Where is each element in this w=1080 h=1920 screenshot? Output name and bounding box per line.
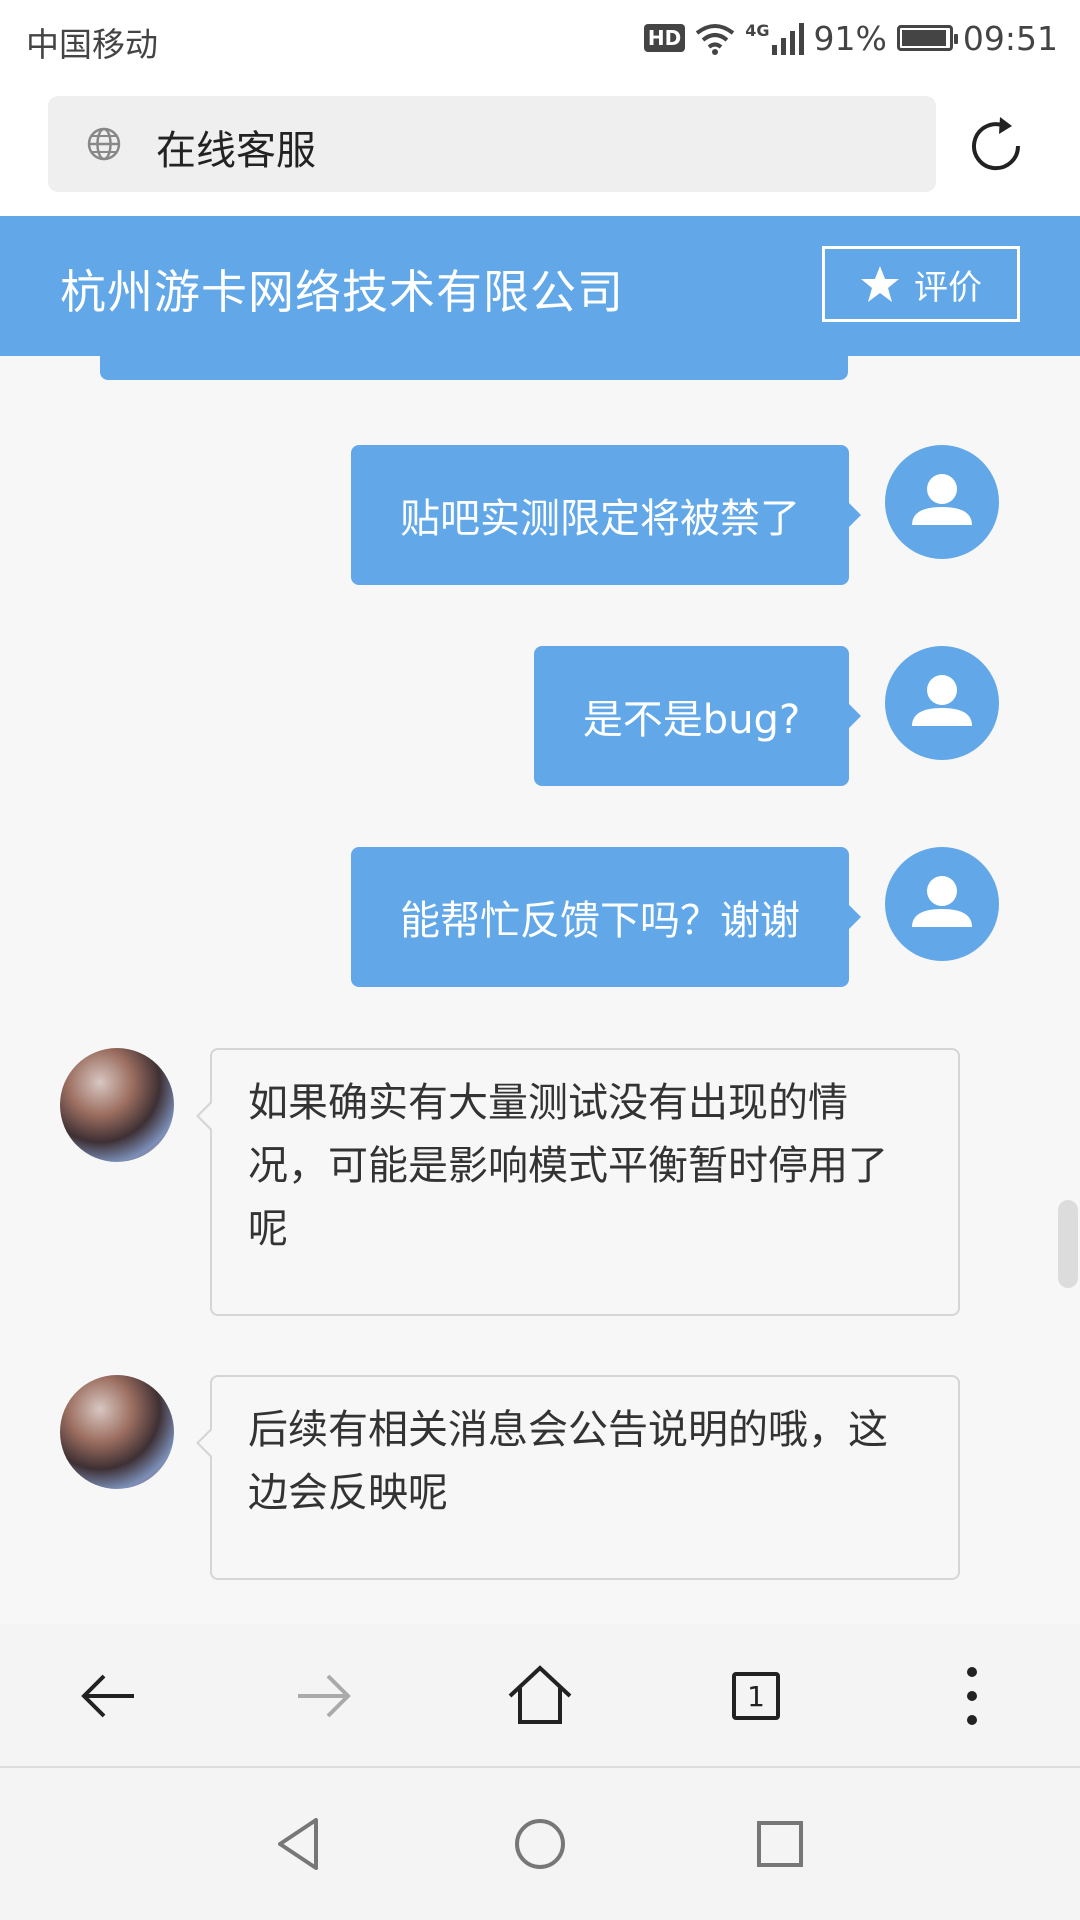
message-bubble-partial bbox=[100, 356, 848, 380]
message-text: 能帮忙反馈下吗？谢谢 bbox=[400, 898, 800, 944]
status-icons: HD 4G 91% 09:51 bbox=[643, 14, 1058, 62]
person-icon bbox=[912, 876, 972, 927]
star-icon bbox=[861, 266, 899, 302]
chat-header: 杭州游卡网络技术有限公司 评价 bbox=[0, 216, 1080, 356]
tabs-button[interactable]: 1 bbox=[718, 1658, 794, 1734]
battery-icon bbox=[896, 25, 958, 51]
message-text: 是不是bug? bbox=[582, 697, 801, 743]
system-nav-bar bbox=[0, 1768, 1080, 1920]
user-message-bubble: 是不是bug? bbox=[534, 646, 861, 786]
back-arrow-icon[interactable] bbox=[70, 1658, 146, 1734]
agent-avatar bbox=[60, 1048, 174, 1162]
message-text: 如果确实有大量测试没有出现的情况，可能是影响模式平衡暂时停用了呢 bbox=[248, 1080, 888, 1252]
nav-home-icon[interactable] bbox=[508, 1812, 572, 1876]
person-icon bbox=[912, 675, 972, 726]
reload-icon[interactable] bbox=[962, 112, 1030, 180]
network-type-label: 4G bbox=[745, 21, 770, 40]
user-message-bubble: 能帮忙反馈下吗？谢谢 bbox=[351, 847, 861, 987]
status-bar: 中国移动 HD 4G 91% 09:51 bbox=[0, 0, 1080, 76]
agent-message-bubble: 后续有相关消息会公告说明的哦，这边会反映呢 bbox=[196, 1375, 960, 1580]
more-icon[interactable] bbox=[934, 1658, 1010, 1734]
rate-button[interactable]: 评价 bbox=[822, 246, 1020, 322]
carrier-label: 中国移动 bbox=[26, 25, 158, 64]
battery-percent: 91% bbox=[813, 18, 887, 58]
user-avatar bbox=[885, 445, 999, 559]
browser-address-bar: 在线客服 bbox=[0, 76, 1080, 216]
user-message-bubble: 贴吧实测限定将被禁了 bbox=[351, 445, 861, 585]
hd-icon: HD bbox=[643, 24, 686, 52]
agent-message-bubble: 如果确实有大量测试没有出现的情况，可能是影响模式平衡暂时停用了呢 bbox=[196, 1048, 960, 1316]
url-field[interactable]: 在线客服 bbox=[48, 96, 936, 192]
person-icon bbox=[912, 474, 972, 525]
page-title: 在线客服 bbox=[156, 128, 316, 174]
message-text: 贴吧实测限定将被禁了 bbox=[400, 496, 800, 542]
nav-back-icon[interactable] bbox=[268, 1812, 332, 1876]
scrollbar[interactable] bbox=[1058, 1200, 1078, 1288]
nav-recents-icon[interactable] bbox=[748, 1812, 812, 1876]
tab-count: 1 bbox=[747, 1679, 765, 1713]
user-avatar bbox=[885, 847, 999, 961]
browser-toolbar: 1 bbox=[0, 1624, 1080, 1768]
user-avatar bbox=[885, 646, 999, 760]
home-icon[interactable] bbox=[502, 1658, 578, 1734]
signal-icon: 4G bbox=[745, 21, 804, 55]
message-text: 后续有相关消息会公告说明的哦，这边会反映呢 bbox=[248, 1407, 888, 1516]
company-name: 杭州游卡网络技术有限公司 bbox=[60, 265, 624, 319]
forward-arrow-icon[interactable] bbox=[286, 1658, 362, 1734]
rate-label: 评价 bbox=[914, 267, 982, 308]
chat-messages: 贴吧实测限定将被禁了 是不是bug? 能帮忙反馈下吗？谢谢 如果确实有大量测试没… bbox=[0, 356, 1080, 1624]
globe-icon bbox=[87, 127, 121, 161]
clock: 09:51 bbox=[962, 18, 1058, 58]
agent-avatar bbox=[60, 1375, 174, 1489]
wifi-icon bbox=[696, 24, 735, 55]
tabs-icon: 1 bbox=[732, 1672, 780, 1720]
